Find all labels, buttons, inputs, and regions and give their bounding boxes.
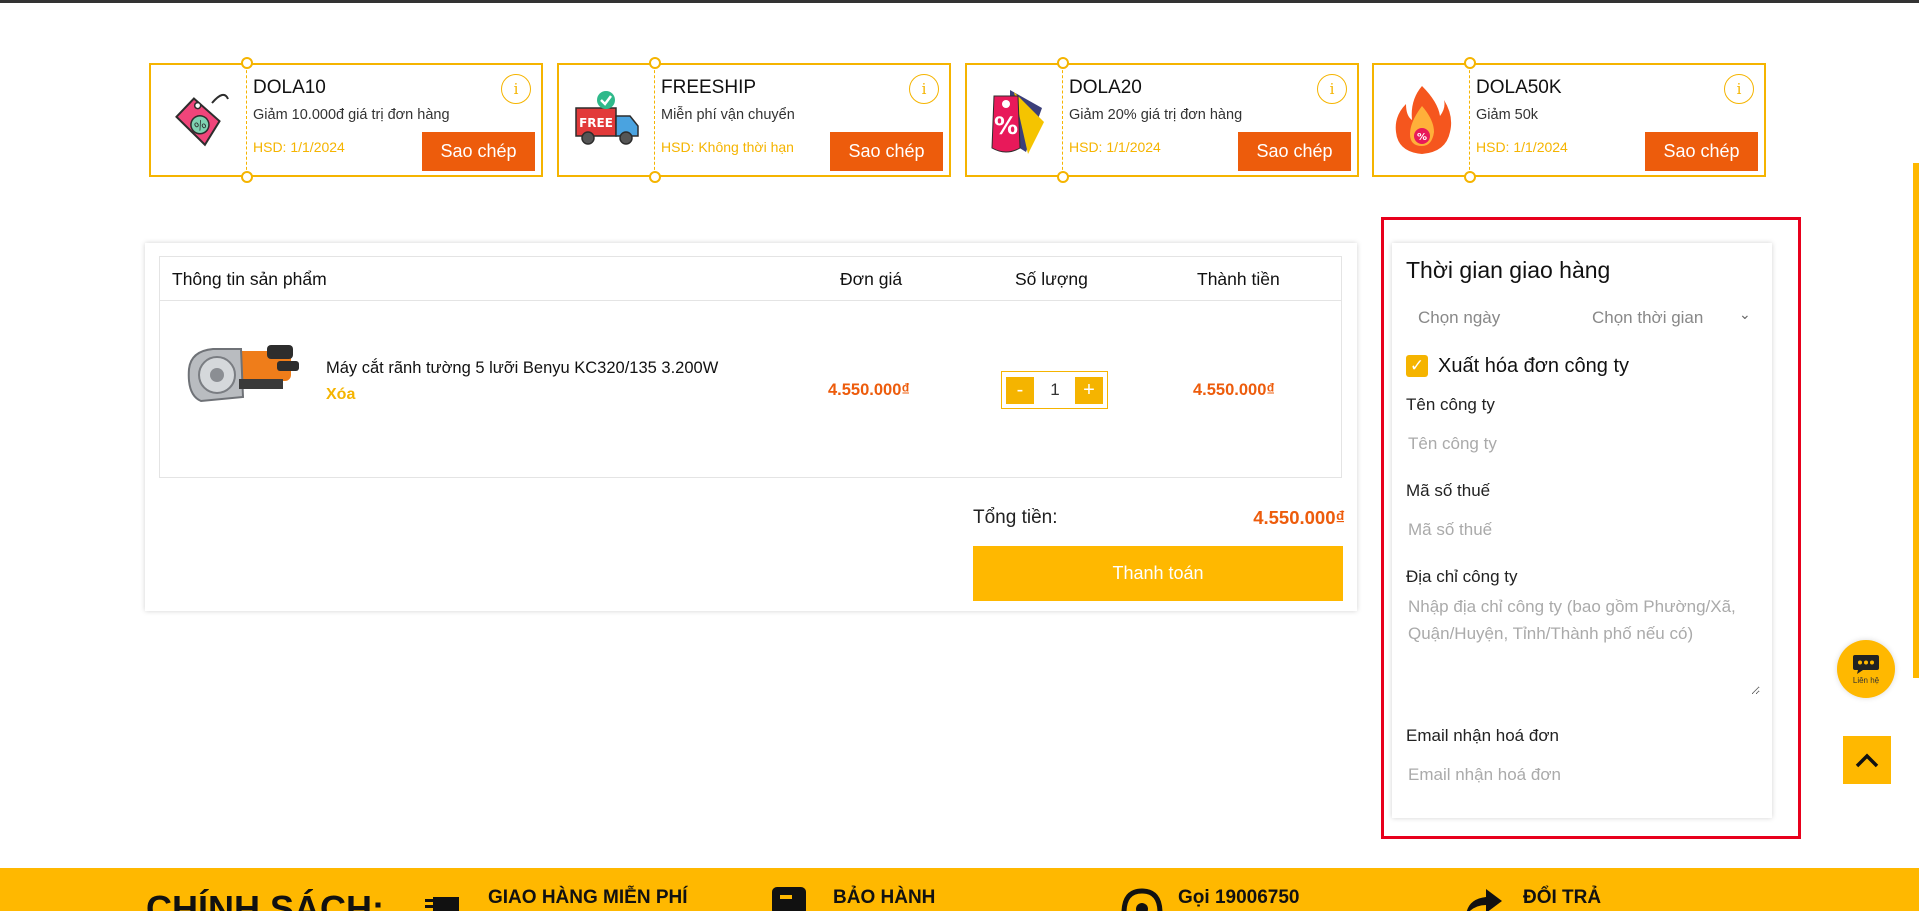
svg-text:%: % — [993, 112, 1017, 140]
coupon-image: FREE — [559, 65, 655, 175]
coupon-code: FREESHIP — [661, 77, 757, 98]
svg-text:FREE: FREE — [579, 116, 613, 130]
cart-total-label: Tổng tiền: — [973, 507, 1058, 528]
copy-coupon-button[interactable]: Sao chép — [1238, 132, 1351, 171]
coupon-description: Miễn phí vận chuyển — [661, 107, 795, 123]
policy-bar: CHÍNH SÁCH: GIAO HÀNG MIỄN PHÍ BẢO HÀNH … — [0, 868, 1919, 911]
policy-item-free-shipping: GIAO HÀNG MIỄN PHÍ — [488, 887, 688, 908]
copy-coupon-button[interactable]: Sao chép — [830, 132, 943, 171]
coupon-expiry: HSD: Không thời hạn — [661, 139, 794, 155]
side-accent-bar — [1913, 163, 1919, 678]
cart-panel: Thông tin sản phẩm Đơn giá Số lượng Thàn… — [145, 243, 1357, 611]
header-product: Thông tin sản phẩm — [172, 269, 327, 289]
coupon-description: Giảm 20% giá trị đơn hàng — [1069, 107, 1243, 123]
return-arrow-icon — [1466, 889, 1502, 911]
delivery-panel: Thời gian giao hàng Chọn ngày Chọn thời … — [1392, 243, 1772, 818]
invoice-email-label: Email nhận hoá đơn — [1406, 726, 1559, 745]
coupon-card-dola20: % DOLA20 Giảm 20% giá trị đơn hàng HSD: … — [965, 57, 1359, 183]
coupon-description: Giảm 10.000đ giá trị đơn hàng — [253, 107, 450, 123]
free-truck-icon: FREE — [574, 91, 639, 145]
coupon-image: % — [1374, 65, 1470, 175]
copy-coupon-button[interactable]: Sao chép — [422, 132, 535, 171]
header-price: Đơn giá — [840, 269, 903, 289]
info-icon[interactable]: i — [909, 74, 939, 104]
coupon-card-dola50k: % DOLA50K Giảm 50k HSD: 1/1/2024 i Sao c… — [1372, 57, 1766, 183]
percent-tag-icon: % — [990, 90, 1044, 154]
tax-code-input[interactable] — [1404, 513, 1758, 547]
cart-table-header: Thông tin sản phẩm Đơn giá Số lượng Thàn… — [160, 257, 1341, 301]
coupon-expiry: HSD: 1/1/2024 — [253, 139, 345, 155]
invoice-email-input[interactable] — [1404, 758, 1758, 792]
fire-discount-icon: % — [1395, 86, 1451, 154]
contact-label: Liên hệ — [1852, 676, 1880, 685]
line-total: 4.550.000₫ — [1193, 381, 1275, 399]
delivery-truck-icon — [425, 897, 459, 911]
info-icon[interactable]: i — [501, 74, 531, 104]
cart-total-value: 4.550.000₫ — [1253, 507, 1345, 528]
contact-button[interactable]: Liên hệ — [1837, 640, 1895, 698]
tag-icon: % — [174, 93, 229, 147]
company-address-input[interactable] — [1404, 593, 1760, 695]
quantity-input[interactable]: 1 — [1038, 380, 1072, 400]
coupon-image: % — [967, 65, 1063, 175]
increase-quantity-button[interactable]: + — [1075, 377, 1103, 404]
phone-icon — [1121, 888, 1163, 911]
decrease-quantity-button[interactable]: - — [1006, 377, 1034, 404]
top-border — [0, 0, 1919, 3]
product-name[interactable]: Máy cắt rãnh tường 5 lưỡi Benyu KC320/13… — [326, 359, 718, 378]
policy-title: CHÍNH SÁCH: — [146, 888, 384, 911]
policy-item-hotline: Gọi 19006750 — [1178, 887, 1300, 908]
coupon-expiry: HSD: 1/1/2024 — [1476, 139, 1568, 155]
coupon-code: DOLA10 — [253, 77, 326, 98]
company-name-label: Tên công ty — [1406, 395, 1495, 414]
invoice-checkbox[interactable]: ✓ — [1406, 355, 1428, 377]
tax-code-label: Mã số thuế — [1406, 481, 1491, 500]
copy-coupon-button[interactable]: Sao chép — [1645, 132, 1758, 171]
quantity-stepper: - 1 + — [1001, 371, 1108, 409]
coupon-expiry: HSD: 1/1/2024 — [1069, 139, 1161, 155]
coupon-code: DOLA20 — [1069, 77, 1142, 98]
warranty-icon — [772, 887, 806, 911]
chevron-up-icon — [1855, 753, 1879, 768]
policy-item-warranty: BẢO HÀNH — [833, 887, 936, 908]
chevron-down-icon[interactable]: ⌄ — [1739, 306, 1751, 323]
delivery-title: Thời gian giao hàng — [1406, 257, 1611, 283]
remove-item-link[interactable]: Xóa — [326, 386, 355, 404]
info-icon[interactable]: i — [1724, 74, 1754, 104]
chat-icon — [1853, 655, 1879, 674]
coupon-card-dola10: % DOLA10 Giảm 10.000đ giá trị đơn hàng H… — [149, 57, 543, 183]
header-total: Thành tiền — [1197, 269, 1280, 289]
policy-item-returns: ĐỔI TRẢ — [1523, 887, 1602, 908]
back-to-top-button[interactable] — [1843, 736, 1891, 784]
info-icon[interactable]: i — [1317, 74, 1347, 104]
header-quantity: Số lượng — [1015, 269, 1088, 289]
coupon-card-freeship: FREE FREESHIP Miễn phí vận chuyển HSD: K… — [557, 57, 951, 183]
coupon-image: % — [151, 65, 247, 175]
date-select[interactable]: Chọn ngày — [1418, 308, 1500, 328]
coupon-code: DOLA50K — [1476, 77, 1562, 98]
coupon-description: Giảm 50k — [1476, 107, 1539, 123]
cart-table: Thông tin sản phẩm Đơn giá Số lượng Thàn… — [159, 256, 1342, 478]
checkout-button[interactable]: Thanh toán — [973, 546, 1343, 601]
company-address-label: Địa chỉ công ty — [1406, 567, 1518, 586]
svg-text:%: % — [1416, 132, 1426, 143]
unit-price: 4.550.000₫ — [828, 381, 910, 399]
invoice-checkbox-label[interactable]: Xuất hóa đơn công ty — [1438, 355, 1629, 378]
time-select[interactable]: Chọn thời gian — [1592, 308, 1703, 328]
company-name-input[interactable] — [1404, 427, 1758, 461]
product-image[interactable] — [177, 307, 309, 425]
